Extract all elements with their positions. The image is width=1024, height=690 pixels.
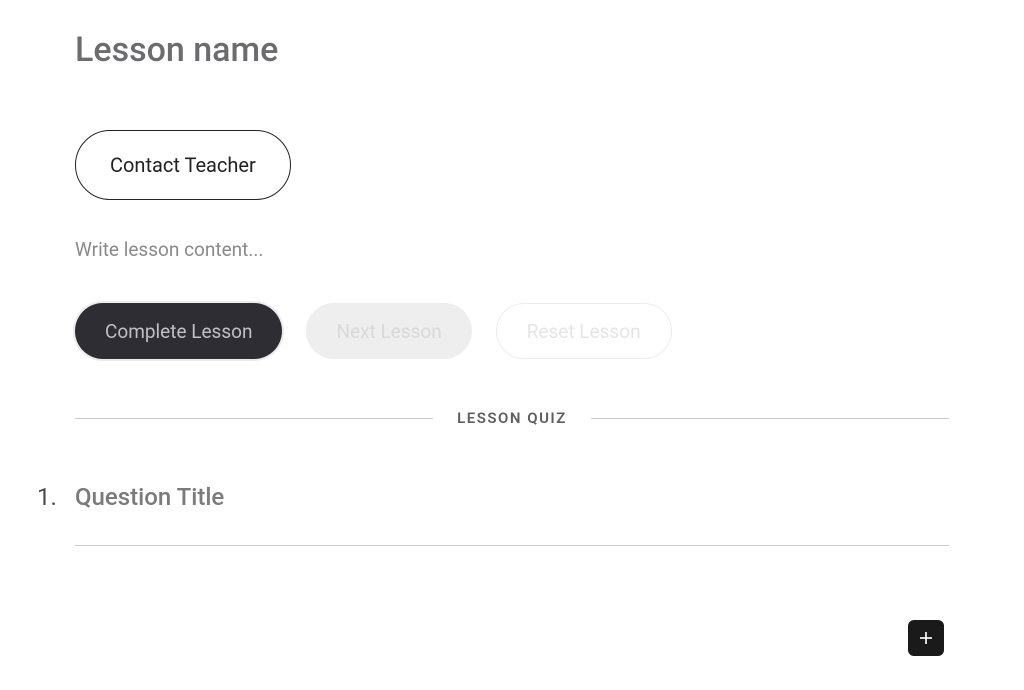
lesson-content-input[interactable] [75,238,949,261]
plus-icon [917,629,935,647]
next-lesson-button[interactable]: Next Lesson [306,303,471,359]
quiz-section-label: LESSON QUIZ [433,409,591,427]
divider-line-left [75,418,433,419]
contact-teacher-button[interactable]: Contact Teacher [75,130,291,200]
complete-lesson-button[interactable]: Complete Lesson [75,303,282,359]
question-row: 1. Question Title [37,483,949,511]
reset-lesson-button[interactable]: Reset Lesson [496,303,672,359]
question-title[interactable]: Question Title [75,483,224,511]
question-underline [75,545,949,546]
lesson-title[interactable]: Lesson name [75,30,949,70]
question-number: 1. [37,483,67,511]
divider-line-right [591,418,949,419]
quiz-section-divider: LESSON QUIZ [75,409,949,427]
add-question-button[interactable] [908,620,944,656]
lesson-action-row: Complete Lesson Next Lesson Reset Lesson [75,303,949,359]
